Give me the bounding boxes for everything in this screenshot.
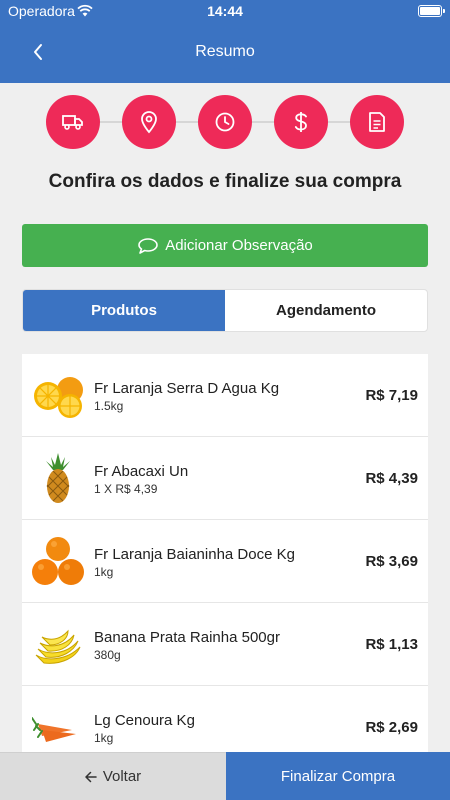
- product-price: R$ 2,69: [365, 719, 418, 736]
- add-observation-label: Adicionar Observação: [165, 237, 313, 254]
- product-price: R$ 1,13: [365, 636, 418, 653]
- finish-purchase-label: Finalizar Compra: [280, 767, 396, 785]
- tab-produtos[interactable]: Produtos: [23, 290, 225, 331]
- document-icon: [369, 112, 385, 132]
- step-summary[interactable]: [350, 95, 404, 149]
- chat-bubble-icon: [138, 237, 159, 254]
- list-item[interactable]: Fr Laranja Baianinha Doce Kg 1kg R$ 3,69: [22, 520, 428, 603]
- product-quantity: 1 X R$ 4,39: [94, 482, 158, 496]
- tab-agendamento[interactable]: Agendamento: [225, 290, 427, 331]
- step-address[interactable]: [122, 95, 176, 149]
- product-quantity: 1.5kg: [94, 399, 124, 413]
- dollar-icon: [294, 112, 307, 132]
- step-payment[interactable]: [274, 95, 328, 149]
- list-item[interactable]: Lg Cenoura Kg 1kg R$ 2,69: [22, 686, 428, 752]
- clock-time: 14:44: [207, 3, 243, 19]
- orange-halves-image: [34, 377, 83, 418]
- product-name: Fr Abacaxi Un: [94, 463, 189, 480]
- segment-tabs: Produtos Agendamento: [22, 289, 428, 332]
- oranges-image: [32, 537, 84, 585]
- step-schedule[interactable]: [198, 95, 252, 149]
- bananas-image: [35, 629, 81, 664]
- page-title: Resumo: [195, 43, 255, 60]
- back-footer-label: Voltar: [102, 768, 142, 785]
- back-footer-button[interactable]: Voltar: [0, 752, 226, 800]
- product-name: Lg Cenoura Kg: [94, 712, 195, 729]
- product-name: Fr Laranja Serra D Agua Kg: [94, 380, 280, 397]
- status-bar: Operadora 14:44: [0, 0, 450, 22]
- battery-icon: [418, 5, 445, 17]
- location-pin-icon: [141, 111, 157, 134]
- product-list[interactable]: Fr Laranja Serra D Agua Kg 1.5kg R$ 7,19…: [22, 354, 428, 752]
- list-item[interactable]: Fr Laranja Serra D Agua Kg 1.5kg R$ 7,19: [22, 354, 428, 437]
- add-observation-button[interactable]: Adicionar Observação: [22, 224, 428, 267]
- checkout-steps: [0, 95, 450, 149]
- page-heading: Confira os dados e finalize sua compra: [48, 171, 402, 192]
- list-item[interactable]: Banana Prata Rainha 500gr 380g R$ 1,13: [22, 603, 428, 686]
- product-name: Fr Laranja Baianinha Doce Kg: [94, 546, 295, 563]
- clock-icon: [215, 112, 235, 132]
- product-quantity: 1kg: [94, 565, 114, 579]
- nav-bar: Resumo: [0, 22, 450, 83]
- arrow-left-icon: [85, 771, 97, 782]
- product-quantity: 1kg: [94, 731, 114, 745]
- product-price: R$ 3,69: [365, 553, 418, 570]
- carrots-image: [32, 717, 76, 742]
- product-name: Banana Prata Rainha 500gr: [94, 629, 280, 646]
- footer-actions: Voltar Finalizar Compra: [0, 752, 450, 800]
- product-price: R$ 7,19: [365, 387, 418, 404]
- list-item[interactable]: Fr Abacaxi Un 1 X R$ 4,39 R$ 4,39: [22, 437, 428, 520]
- product-price: R$ 4,39: [365, 470, 418, 487]
- finish-purchase-button[interactable]: Finalizar Compra: [226, 752, 450, 800]
- pineapple-image: [46, 453, 70, 503]
- truck-icon: [62, 115, 83, 130]
- product-quantity: 380g: [94, 648, 121, 662]
- step-delivery[interactable]: [46, 95, 100, 149]
